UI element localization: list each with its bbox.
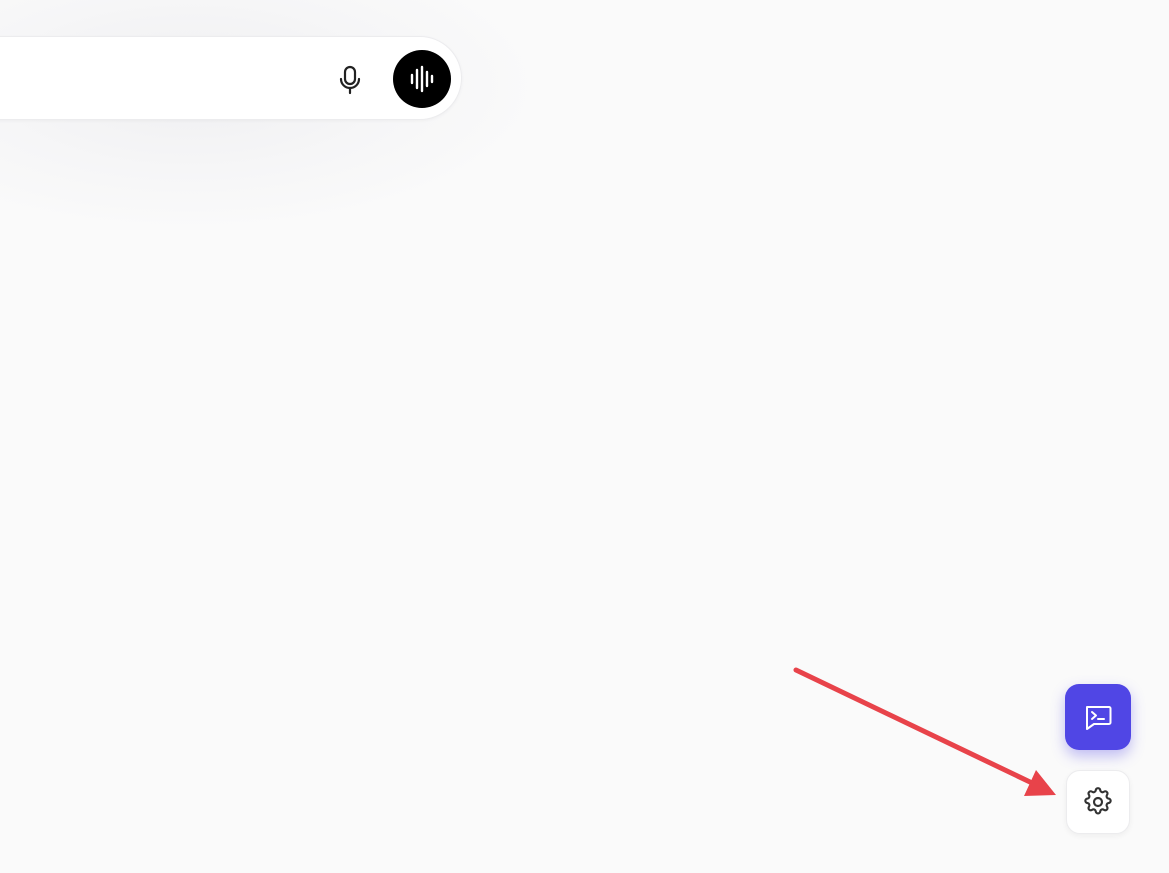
console-button[interactable] — [1065, 684, 1131, 750]
terminal-message-icon — [1086, 706, 1112, 730]
dictate-button[interactable] — [330, 60, 370, 100]
prompt-composer — [0, 36, 462, 120]
audio-waveform-icon — [410, 65, 434, 93]
settings-button[interactable] — [1066, 770, 1130, 834]
voice-mode-button[interactable] — [393, 50, 451, 108]
prompt-input[interactable] — [9, 59, 273, 101]
page — [0, 0, 1169, 873]
gear-icon — [1084, 787, 1112, 815]
microphone-icon — [339, 65, 361, 95]
